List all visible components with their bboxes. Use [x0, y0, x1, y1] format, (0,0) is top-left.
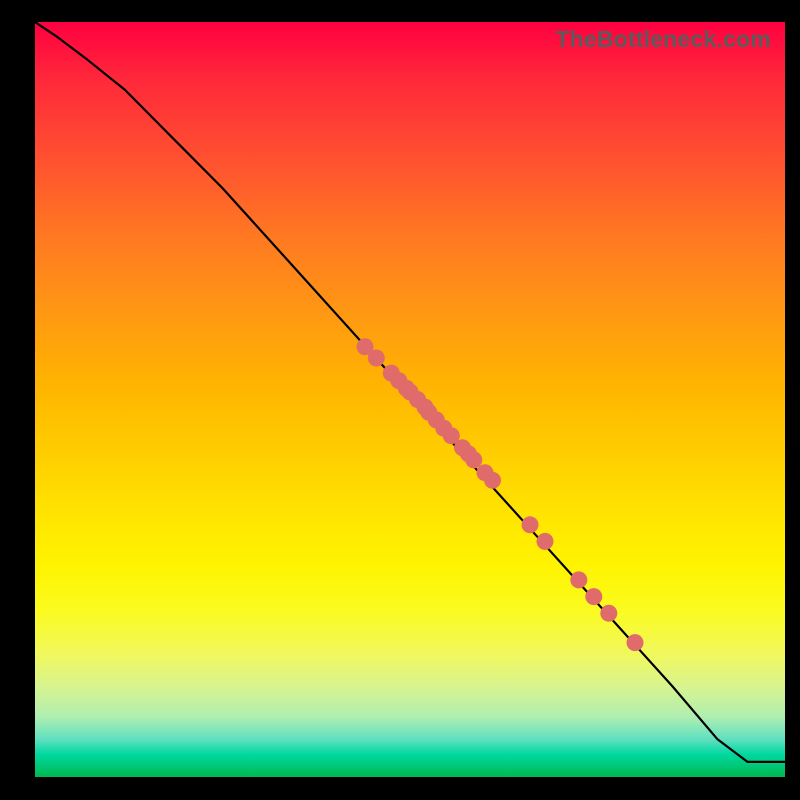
- plot-area: TheBottleneck.com: [35, 22, 785, 777]
- data-point: [627, 634, 644, 651]
- chart-frame: TheBottleneck.com: [0, 0, 800, 800]
- data-point: [368, 350, 385, 367]
- data-point: [585, 588, 602, 605]
- data-point: [465, 451, 482, 468]
- data-point: [484, 472, 501, 489]
- chart-svg: [35, 22, 785, 777]
- data-point: [537, 533, 554, 550]
- data-point: [522, 516, 539, 533]
- data-point: [570, 571, 587, 588]
- data-point: [600, 605, 617, 622]
